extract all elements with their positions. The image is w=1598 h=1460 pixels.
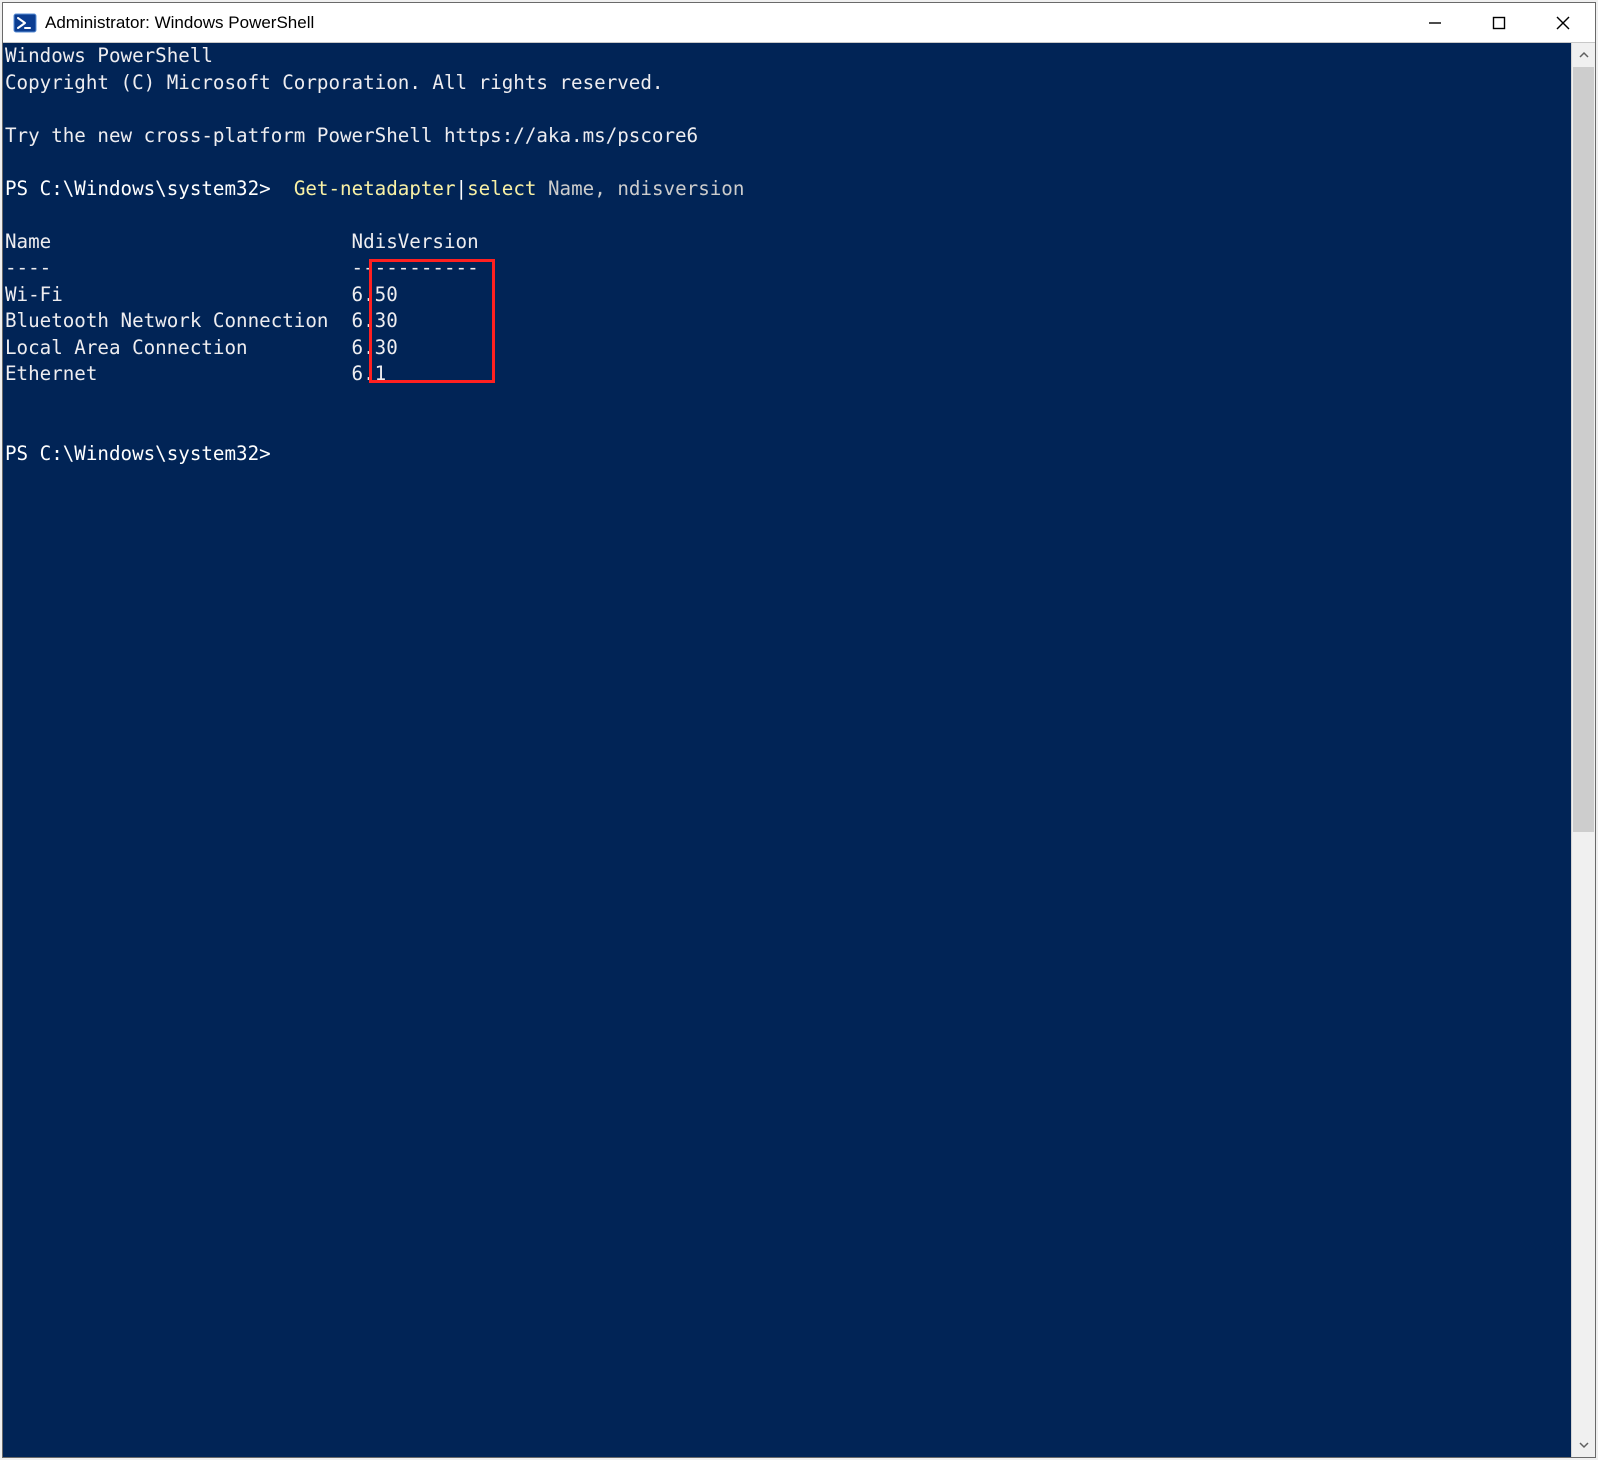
- table-header-version: NdisVersion: [352, 229, 479, 256]
- vertical-scrollbar[interactable]: [1571, 43, 1595, 1457]
- table-sep-version: -----------: [352, 255, 479, 282]
- table-row-name: Wi-Fi: [5, 282, 352, 309]
- table-sep-name: ----: [5, 255, 352, 282]
- window-controls: [1403, 3, 1595, 42]
- cmd-comma: ,: [594, 177, 606, 200]
- scrollbar-down-button[interactable]: [1572, 1433, 1595, 1457]
- scrollbar-track[interactable]: [1572, 67, 1595, 1433]
- minimize-button[interactable]: [1403, 3, 1467, 42]
- close-icon: [1556, 16, 1570, 30]
- banner-line-1: Windows PowerShell: [5, 44, 213, 67]
- maximize-button[interactable]: [1467, 3, 1531, 42]
- cmd-select-kw: select: [467, 177, 536, 200]
- table-row-version: 6.50: [352, 282, 398, 309]
- cmd-pipe: |: [456, 177, 468, 200]
- table-header-name: Name: [5, 229, 352, 256]
- cmd-arg-name: Name: [548, 177, 594, 200]
- cmd-cmdlet: Get-netadapter: [294, 177, 456, 200]
- table-row-version: 6.30: [352, 308, 398, 335]
- table-row-name: Ethernet: [5, 361, 352, 388]
- table-row-version: 6.30: [352, 335, 398, 362]
- maximize-icon: [1492, 16, 1506, 30]
- chevron-up-icon: [1579, 50, 1589, 60]
- scrollbar-thumb[interactable]: [1573, 67, 1594, 832]
- window-title: Administrator: Windows PowerShell: [45, 13, 1403, 33]
- table-row-version: 6.1: [352, 361, 387, 388]
- banner-line-3: Try the new cross-platform PowerShell ht…: [5, 124, 698, 147]
- prompt-1: PS C:\Windows\system32>: [5, 177, 271, 200]
- chevron-down-icon: [1579, 1440, 1589, 1450]
- console-output[interactable]: Windows PowerShell Copyright (C) Microso…: [3, 43, 1571, 1457]
- table-row-name: Local Area Connection: [5, 335, 352, 362]
- banner-line-2: Copyright (C) Microsoft Corporation. All…: [5, 71, 663, 94]
- table-row-name: Bluetooth Network Connection: [5, 308, 352, 335]
- scrollbar-up-button[interactable]: [1572, 43, 1595, 67]
- prompt-2: PS C:\Windows\system32>: [5, 442, 271, 465]
- minimize-icon: [1428, 16, 1442, 30]
- powershell-icon: [13, 11, 37, 35]
- close-button[interactable]: [1531, 3, 1595, 42]
- client-area: Windows PowerShell Copyright (C) Microso…: [3, 43, 1595, 1457]
- cmd-arg-ndisversion: ndisversion: [617, 177, 744, 200]
- powershell-window: Administrator: Windows PowerShell Window…: [2, 2, 1596, 1458]
- titlebar[interactable]: Administrator: Windows PowerShell: [3, 3, 1595, 43]
